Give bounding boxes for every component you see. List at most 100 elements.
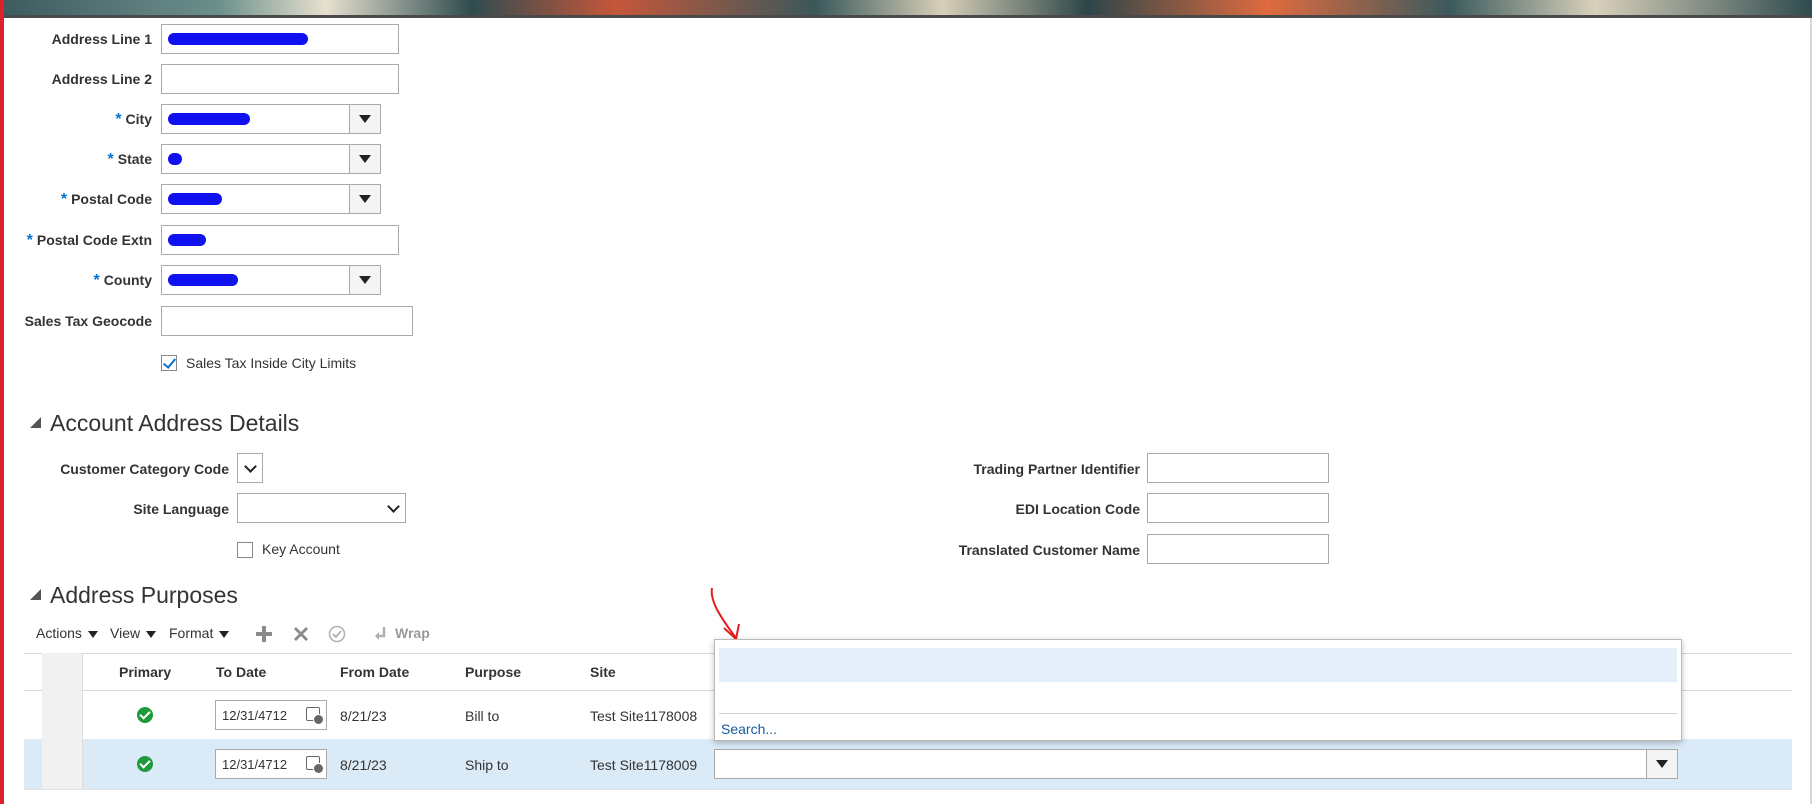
chevron-down-icon	[359, 195, 371, 203]
dropdown-search-link[interactable]: Search...	[721, 721, 777, 737]
calendar-icon[interactable]	[306, 756, 324, 774]
chevron-down-icon	[359, 276, 371, 284]
county-label-text: County	[103, 272, 152, 288]
postal-code-combobox[interactable]	[161, 184, 381, 214]
actions-menu-label: Actions	[36, 625, 82, 641]
view-menu-label: View	[110, 625, 141, 641]
account-address-details-title: Account Address Details	[50, 410, 300, 436]
key-account-checkbox[interactable]	[237, 542, 253, 558]
chevron-down-icon	[359, 155, 371, 163]
edi-location-code-label: EDI Location Code	[1015, 501, 1140, 517]
chevron-down-icon	[387, 500, 400, 513]
postal-code-dropdown-button[interactable]	[349, 185, 380, 213]
delete-icon[interactable]	[292, 625, 310, 643]
city-label: * City	[40, 111, 152, 129]
column-header-primary[interactable]: Primary	[119, 664, 171, 680]
postal-code-extn-input[interactable]	[161, 225, 399, 255]
wrap-icon	[375, 627, 386, 640]
collapse-triangle-icon[interactable]	[30, 417, 41, 428]
address-line2-input[interactable]	[161, 64, 399, 94]
postal-code-extn-label: * Postal Code Extn	[20, 232, 152, 250]
checkmark-icon	[162, 355, 177, 369]
view-menu[interactable]: View	[110, 625, 157, 641]
primary-check-icon	[137, 756, 153, 772]
column-header-site[interactable]: Site	[590, 664, 616, 680]
row-header-column	[42, 653, 83, 789]
postal-code-label: * Postal Code	[40, 191, 152, 209]
lookup-dropdown-popup: Search...	[714, 639, 1682, 741]
calendar-icon[interactable]	[306, 707, 324, 725]
column-header-from-date[interactable]: From Date	[340, 664, 409, 680]
column-header-purpose[interactable]: Purpose	[465, 664, 521, 680]
left-red-border	[0, 0, 4, 804]
sales-tax-geocode-label: Sales Tax Geocode	[24, 313, 152, 329]
key-account-label: Key Account	[262, 541, 340, 557]
redaction-scribble	[168, 193, 222, 205]
city-label-text: City	[125, 111, 152, 127]
trading-partner-identifier-label: Trading Partner Identifier	[973, 461, 1140, 477]
state-combobox[interactable]	[161, 144, 381, 174]
column-header-to-date[interactable]: To Date	[216, 664, 266, 680]
sales-tax-geocode-input[interactable]	[161, 306, 413, 336]
chevron-down-icon	[87, 630, 98, 638]
address-line1-label: Address Line 1	[51, 31, 152, 47]
to-date-value: 12/31/4712	[222, 757, 288, 772]
city-dropdown-button[interactable]	[349, 105, 380, 133]
from-date-cell: 8/21/23	[340, 708, 387, 724]
required-marker: *	[60, 191, 68, 208]
to-date-input[interactable]: 12/31/4712	[215, 749, 327, 779]
purpose-cell: Bill to	[465, 708, 500, 724]
redaction-scribble	[168, 234, 206, 246]
state-dropdown-button[interactable]	[349, 145, 380, 173]
table-row[interactable]: 12/31/4712 8/21/23 Ship to Test Site1178…	[24, 739, 1792, 790]
to-date-input[interactable]: 12/31/4712	[215, 700, 327, 730]
redaction-scribble	[168, 113, 250, 125]
customer-category-code-select[interactable]	[237, 453, 263, 483]
wrap-button[interactable]: Wrap	[395, 625, 430, 641]
format-menu-label: Format	[169, 625, 214, 641]
state-label-text: State	[117, 151, 152, 167]
redaction-scribble	[168, 274, 238, 286]
required-marker: *	[115, 111, 122, 128]
translated-customer-name-input[interactable]	[1147, 534, 1329, 564]
address-purposes-title: Address Purposes	[50, 582, 238, 608]
redaction-scribble	[168, 33, 308, 45]
city-combobox[interactable]	[161, 104, 381, 134]
site-cell: Test Site1178009	[590, 757, 698, 773]
primary-check-icon	[137, 707, 153, 723]
top-banner	[0, 0, 1812, 18]
county-dropdown-button[interactable]	[349, 266, 380, 294]
postal-code-extn-label-text: Postal Code Extn	[36, 232, 152, 248]
redaction-scribble	[168, 153, 182, 165]
edi-location-code-input[interactable]	[1147, 493, 1329, 523]
lookup-combobox[interactable]	[714, 749, 1678, 779]
required-marker: *	[26, 232, 33, 249]
annotation-arrow	[710, 587, 740, 641]
chevron-down-icon	[244, 460, 257, 473]
site-language-select[interactable]	[237, 493, 406, 523]
from-date-cell: 8/21/23	[340, 757, 387, 773]
site-language-label: Site Language	[133, 501, 229, 517]
customer-category-code-label: Customer Category Code	[60, 461, 229, 477]
county-combobox[interactable]	[161, 265, 381, 295]
dropdown-highlighted-option[interactable]	[719, 648, 1677, 682]
check-circle-icon[interactable]	[328, 625, 346, 643]
format-menu[interactable]: Format	[169, 625, 230, 641]
lookup-dropdown-button[interactable]	[1646, 750, 1677, 778]
translated-customer-name-label: Translated Customer Name	[958, 542, 1140, 558]
sales-tax-inside-city-limits-checkbox[interactable]	[161, 355, 177, 371]
address-line1-input[interactable]	[161, 24, 399, 54]
purpose-cell: Ship to	[465, 757, 509, 773]
state-label: * State	[40, 151, 152, 169]
trading-partner-identifier-input[interactable]	[1147, 453, 1329, 483]
chevron-down-icon	[1656, 760, 1668, 768]
dropdown-separator	[719, 713, 1677, 714]
add-icon[interactable]	[255, 625, 273, 643]
to-date-value: 12/31/4712	[222, 708, 288, 723]
sales-tax-inside-city-limits-label: Sales Tax Inside City Limits	[186, 355, 357, 371]
chevron-down-icon	[146, 630, 157, 638]
chevron-down-icon	[219, 630, 230, 638]
site-cell: Test Site1178008	[590, 708, 698, 724]
collapse-triangle-icon[interactable]	[30, 589, 41, 600]
actions-menu[interactable]: Actions	[36, 625, 98, 641]
